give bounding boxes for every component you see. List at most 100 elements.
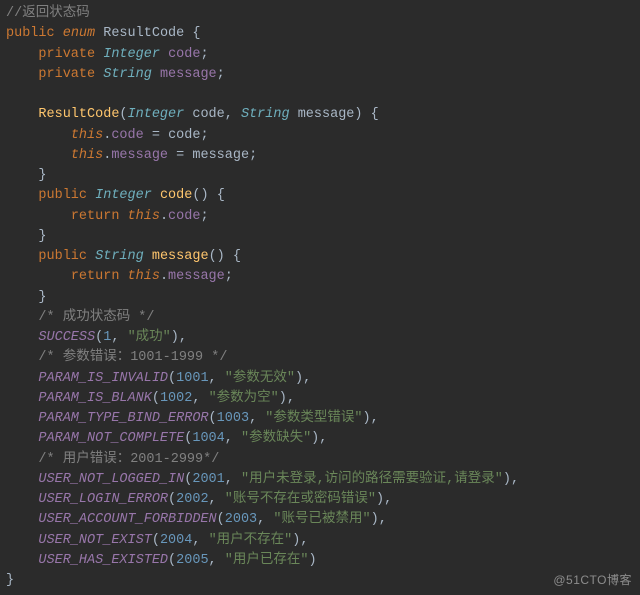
comma: , xyxy=(384,492,392,507)
num: 2005 xyxy=(176,553,208,568)
kw-this: this xyxy=(71,128,103,143)
comma: , xyxy=(257,512,265,527)
comma: , xyxy=(300,533,308,548)
comma: , xyxy=(209,492,217,507)
field-message: message xyxy=(168,269,225,284)
semi: ; xyxy=(200,47,208,62)
str: "用户已存在" xyxy=(225,553,309,568)
comment-header: //返回状态码 xyxy=(6,6,90,21)
kw-this: this xyxy=(128,209,160,224)
enum-user-ne: USER_NOT_EXIST xyxy=(38,533,151,548)
field-message: message xyxy=(160,67,217,82)
comma: , xyxy=(225,431,233,446)
param-message: message xyxy=(192,148,249,163)
semi: ; xyxy=(249,148,257,163)
comma: , xyxy=(209,371,217,386)
comma: , xyxy=(192,391,200,406)
paren: ) xyxy=(217,249,225,264)
paren: ( xyxy=(119,107,127,122)
method-code: code xyxy=(160,188,192,203)
ctor-name: ResultCode xyxy=(38,107,119,122)
type-integer: Integer xyxy=(103,47,160,62)
paren: ( xyxy=(168,371,176,386)
enum-user-he: USER_HAS_EXISTED xyxy=(38,553,168,568)
paren: ( xyxy=(168,492,176,507)
method-message: message xyxy=(152,249,209,264)
enum-param-type: PARAM_TYPE_BIND_ERROR xyxy=(38,411,208,426)
semi: ; xyxy=(200,128,208,143)
comma: , xyxy=(209,553,217,568)
param-code: code xyxy=(168,128,200,143)
comma: , xyxy=(287,391,295,406)
num: 2001 xyxy=(192,472,224,487)
paren: ( xyxy=(168,553,176,568)
type-string: String xyxy=(103,67,152,82)
comma: , xyxy=(379,512,387,527)
comma: , xyxy=(225,107,233,122)
paren: ) xyxy=(279,391,287,406)
enum-param-blank: PARAM_IS_BLANK xyxy=(38,391,151,406)
str: "成功" xyxy=(128,330,171,345)
param-message: message xyxy=(298,107,355,122)
str: "账号不存在或密码错误" xyxy=(225,492,376,507)
num: 1002 xyxy=(160,391,192,406)
comma: , xyxy=(371,411,379,426)
field-code: code xyxy=(111,128,143,143)
paren: ( xyxy=(217,512,225,527)
enum-user-nli: USER_NOT_LOGGED_IN xyxy=(38,472,184,487)
eq: = xyxy=(176,148,184,163)
paren: ( xyxy=(209,411,217,426)
eq: = xyxy=(152,128,160,143)
kw-this: this xyxy=(71,148,103,163)
enum-param-nc: PARAM_NOT_COMPLETE xyxy=(38,431,184,446)
kw-public: public xyxy=(38,249,87,264)
comma: , xyxy=(111,330,119,345)
num: 2003 xyxy=(225,512,257,527)
field-message: message xyxy=(111,148,168,163)
comma: , xyxy=(225,472,233,487)
kw-return: return xyxy=(71,209,120,224)
field-code: code xyxy=(168,209,200,224)
watermark-text: @51CTO博客 xyxy=(553,571,632,589)
type-integer: Integer xyxy=(95,188,152,203)
comma: , xyxy=(249,411,257,426)
comment-user: /* 用户错误：2001-2999*/ xyxy=(38,452,219,467)
dot: . xyxy=(160,269,168,284)
str: "参数无效" xyxy=(225,371,295,386)
enum-success: SUCCESS xyxy=(38,330,95,345)
str: "参数为空" xyxy=(209,391,279,406)
brace: { xyxy=(217,188,225,203)
str: "用户不存在" xyxy=(209,533,293,548)
class-name: ResultCode xyxy=(103,26,184,41)
kw-private: private xyxy=(38,67,95,82)
type-string: String xyxy=(95,249,144,264)
brace: { xyxy=(233,249,241,264)
num: 1003 xyxy=(217,411,249,426)
brace: } xyxy=(38,168,46,183)
semi: ; xyxy=(200,209,208,224)
paren: ) xyxy=(376,492,384,507)
paren: ) xyxy=(295,371,303,386)
paren: ) xyxy=(354,107,362,122)
brace: } xyxy=(38,229,46,244)
brace: { xyxy=(192,26,200,41)
num: 1001 xyxy=(176,371,208,386)
str: "账号已被禁用" xyxy=(273,512,370,527)
paren: ( xyxy=(209,249,217,264)
paren: ( xyxy=(152,391,160,406)
kw-enum: enum xyxy=(63,26,95,41)
paren: ) xyxy=(503,472,511,487)
param-code: code xyxy=(192,107,224,122)
comma: , xyxy=(319,431,327,446)
code-block: //返回状态码 public enum ResultCode { private… xyxy=(0,0,640,595)
comma: , xyxy=(192,533,200,548)
paren: ) xyxy=(362,411,370,426)
comma: , xyxy=(511,472,519,487)
enum-param-invalid: PARAM_IS_INVALID xyxy=(38,371,168,386)
str: "参数类型错误" xyxy=(265,411,362,426)
brace: } xyxy=(38,290,46,305)
brace: { xyxy=(371,107,379,122)
kw-public: public xyxy=(38,188,87,203)
semi: ; xyxy=(217,67,225,82)
comment-param: /* 参数错误：1001-1999 */ xyxy=(38,350,227,365)
